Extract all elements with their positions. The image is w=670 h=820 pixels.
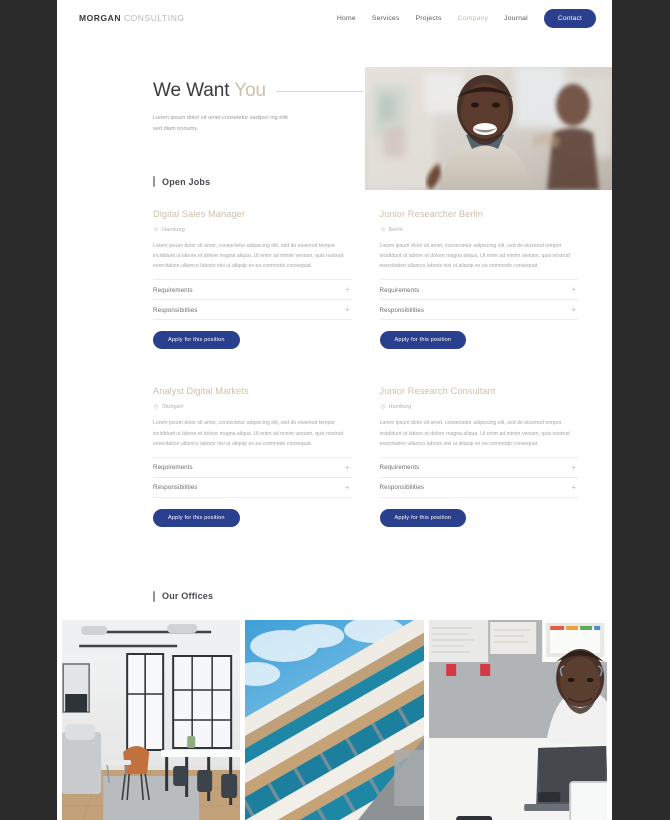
job-card: Junior Research Consultant Hamburg Lorem… bbox=[379, 386, 579, 527]
apply-button[interactable]: Apply for this position bbox=[379, 331, 467, 350]
hero-subtitle: Lorem ipsum dolor sit amet consetetur sa… bbox=[153, 115, 289, 132]
accordion-row-requirements[interactable]: Requirements + bbox=[379, 279, 578, 299]
location-pin-icon bbox=[380, 404, 385, 411]
job-location: Hamburg bbox=[380, 404, 579, 410]
job-accordion: Requirements + Responsibilities + bbox=[153, 456, 352, 498]
accordion-row-responsibilities[interactable]: Responsibilities + bbox=[379, 299, 578, 321]
heading-accent-bar bbox=[153, 176, 155, 187]
contact-button[interactable]: Contact bbox=[543, 8, 596, 28]
location-pin-icon bbox=[380, 227, 385, 233]
location-pin-icon bbox=[154, 404, 158, 411]
offices-image-grid bbox=[57, 619, 612, 820]
logo-secondary-text: CONSULTING bbox=[123, 13, 185, 23]
job-title[interactable]: Junior Research Consultant bbox=[380, 386, 579, 396]
hero-title-dark: We Want bbox=[153, 80, 230, 101]
job-accordion: Requirements + Responsibilities + bbox=[153, 279, 352, 321]
nav-item-projects[interactable]: Projects bbox=[416, 15, 442, 22]
accordion-label: Responsibilities bbox=[153, 484, 198, 492]
plus-icon: + bbox=[344, 462, 350, 472]
office-interior-graphic bbox=[62, 619, 241, 820]
office-image-worker[interactable] bbox=[428, 619, 607, 820]
job-location: Stuttgart bbox=[153, 404, 352, 410]
hero-section: We Want You Lorem ipsum dolor sit amet c… bbox=[57, 36, 612, 190]
accordion-label: Requirements bbox=[153, 286, 193, 294]
plus-icon: + bbox=[571, 305, 576, 315]
job-card: Junior Researcher Berlin Berlin Lorem ip… bbox=[379, 209, 579, 350]
plus-icon: + bbox=[571, 462, 576, 472]
apply-button[interactable]: Apply for this position bbox=[153, 331, 240, 350]
page-canvas: MORGAN CONSULTING Home Services Projects… bbox=[57, 0, 612, 820]
open-jobs-grid: Digital Sales Manager Hamburg Lorem ipsu… bbox=[57, 209, 612, 527]
plus-icon: + bbox=[344, 305, 350, 315]
job-card: Digital Sales Manager Hamburg Lorem ipsu… bbox=[153, 209, 352, 350]
office-image-building[interactable] bbox=[245, 619, 424, 820]
accordion-row-responsibilities[interactable]: Responsibilities + bbox=[153, 299, 352, 321]
open-jobs-title: Open Jobs bbox=[162, 176, 211, 187]
nav-item-company[interactable]: Company bbox=[458, 15, 489, 22]
heading-accent-bar bbox=[153, 590, 155, 602]
site-header: MORGAN CONSULTING Home Services Projects… bbox=[57, 0, 612, 36]
main-navigation: Home Services Projects Company Journal C… bbox=[337, 8, 596, 28]
job-location: Hamburg bbox=[153, 227, 352, 233]
accordion-row-requirements[interactable]: Requirements + bbox=[153, 279, 352, 299]
plus-icon: + bbox=[344, 285, 350, 295]
job-card: Analyst Digital Markets Stuttgart Lorem … bbox=[153, 386, 352, 527]
job-location-text: Stuttgart bbox=[162, 404, 184, 411]
our-offices-title: Our Offices bbox=[162, 591, 214, 602]
logo-primary-text: MORGAN bbox=[79, 13, 122, 23]
accordion-label: Requirements bbox=[379, 464, 420, 472]
job-location-text: Hamburg bbox=[162, 227, 185, 233]
plus-icon: + bbox=[344, 482, 350, 492]
page-title: We Want You bbox=[153, 80, 266, 102]
apply-button[interactable]: Apply for this position bbox=[153, 508, 240, 527]
hero-image-graphic bbox=[365, 67, 612, 190]
job-location-text: Berlin bbox=[388, 227, 403, 233]
location-pin-icon bbox=[154, 227, 158, 233]
site-logo[interactable]: MORGAN CONSULTING bbox=[79, 13, 185, 23]
job-description: Lorem ipsum dolor sit amet, consectetur … bbox=[153, 420, 344, 447]
accordion-row-responsibilities[interactable]: Responsibilities + bbox=[153, 476, 352, 498]
accordion-label: Requirements bbox=[153, 464, 193, 472]
apply-button[interactable]: Apply for this position bbox=[379, 508, 467, 527]
accordion-row-requirements[interactable]: Requirements + bbox=[379, 456, 578, 477]
job-title[interactable]: Junior Researcher Berlin bbox=[380, 209, 579, 219]
accordion-row-responsibilities[interactable]: Responsibilities + bbox=[379, 476, 578, 498]
accordion-row-requirements[interactable]: Requirements + bbox=[153, 456, 352, 477]
hero-divider-rule bbox=[276, 90, 363, 92]
job-title[interactable]: Digital Sales Manager bbox=[153, 209, 352, 219]
job-title[interactable]: Analyst Digital Markets bbox=[153, 386, 352, 396]
building-exterior-graphic bbox=[245, 619, 424, 820]
plus-icon: + bbox=[571, 285, 576, 295]
job-accordion: Requirements + Responsibilities + bbox=[379, 279, 578, 321]
office-image-interior[interactable] bbox=[62, 619, 241, 820]
accordion-label: Responsibilities bbox=[379, 306, 425, 314]
accordion-label: Requirements bbox=[379, 286, 420, 294]
nav-item-services[interactable]: Services bbox=[372, 15, 400, 22]
nav-item-home[interactable]: Home bbox=[337, 15, 356, 22]
hero-copy: We Want You Lorem ipsum dolor sit amet c… bbox=[153, 80, 363, 135]
hero-title-accent: You bbox=[234, 80, 266, 101]
accordion-label: Responsibilities bbox=[153, 306, 198, 314]
browser-viewport: MORGAN CONSULTING Home Services Projects… bbox=[0, 0, 670, 820]
accordion-label: Responsibilities bbox=[379, 484, 425, 492]
job-accordion: Requirements + Responsibilities + bbox=[379, 456, 578, 498]
job-location-text: Hamburg bbox=[388, 404, 412, 411]
person-laptop-graphic bbox=[428, 619, 607, 820]
our-offices-heading: Our Offices bbox=[153, 590, 612, 602]
job-description: Lorem ipsum dolor sit amet, consectetur … bbox=[379, 243, 570, 270]
job-location: Berlin bbox=[380, 227, 579, 233]
job-description: Lorem ipsum dolor sit amet, consectetur … bbox=[379, 420, 570, 447]
plus-icon: + bbox=[571, 482, 576, 492]
hero-title-row: We Want You bbox=[153, 80, 363, 102]
nav-item-journal[interactable]: Journal bbox=[504, 15, 528, 22]
hero-image bbox=[365, 67, 612, 190]
job-description: Lorem ipsum dolor sit amet, consectetur … bbox=[153, 243, 344, 270]
